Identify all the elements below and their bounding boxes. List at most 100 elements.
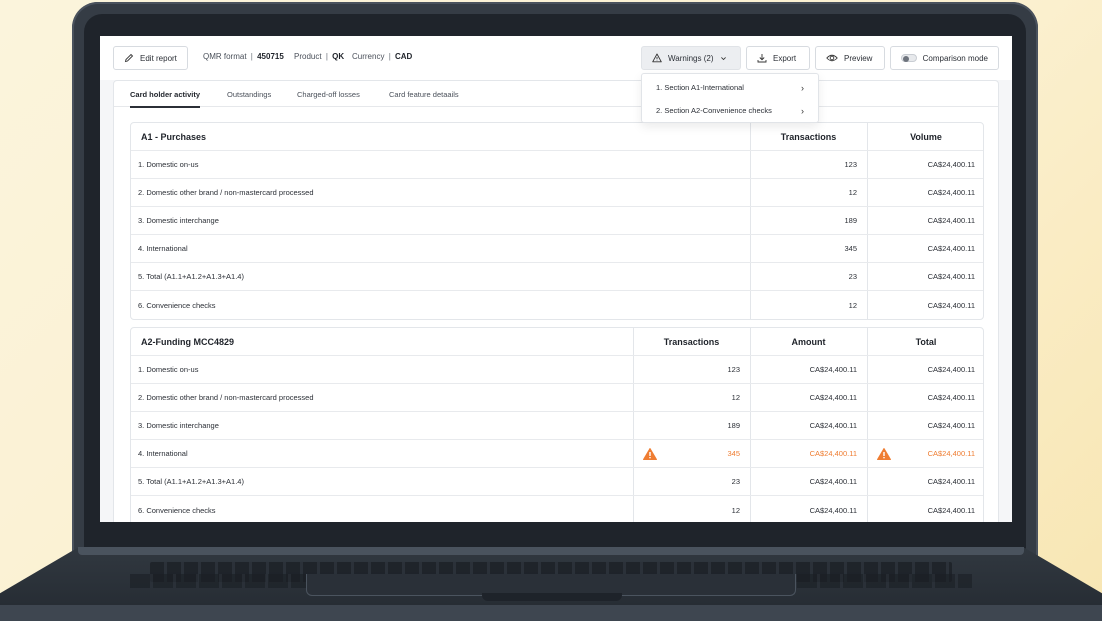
amount-value: CA$24,400.11 <box>809 449 857 458</box>
tab-bar: Card holder activity Outstandings Charge… <box>114 81 998 108</box>
row-label: 2. Domestic other brand / non-mastercard… <box>138 188 314 197</box>
volume-value: CA$24,400.11 <box>927 244 975 253</box>
eye-icon <box>826 54 838 62</box>
volume-value: CA$24,400.11 <box>927 272 975 281</box>
table-header: A1 - Purchases Transactions Volume <box>131 123 983 151</box>
amount-value: CA$24,400.11 <box>809 505 857 515</box>
column-header-amount: Amount <box>791 336 826 347</box>
total-value: CA$24,400.11 <box>927 477 975 486</box>
transactions-value: 12 <box>848 188 857 197</box>
table-row: 6. Convenience checks 12 CA$24,400.11 <box>131 291 983 319</box>
row-label: 3. Domestic interchange <box>138 421 219 430</box>
amount-value: CA$24,400.11 <box>809 421 857 430</box>
row-label: 1. Domestic on-us <box>138 160 199 169</box>
transactions-value: 345 <box>844 244 857 253</box>
row-label: 5. Total (A1.1+A1.2+A1.3+A1.4) <box>138 272 244 281</box>
product-info: Product | QK <box>294 52 345 61</box>
table-a2-funding: A2-Funding MCC4829 Transactions Amount T… <box>130 327 984 522</box>
qmr-format-value: 450715 <box>257 52 284 61</box>
total-value: CA$24,400.11 <box>927 505 975 515</box>
warnings-label: Warnings (2) <box>668 53 714 63</box>
row-label: 5. Total (A1.1+A1.2+A1.3+A1.4) <box>138 477 244 486</box>
tab-card-feature-details[interactable]: Card feature detaails <box>389 81 459 107</box>
chevron-down-icon <box>720 56 726 60</box>
report-panel: Card holder activity Outstandings Charge… <box>113 80 999 522</box>
column-header-volume: Volume <box>910 131 942 142</box>
table-row: 4. International 345 CA$24,400.11 CA$24,400… <box>131 440 983 468</box>
warning-triangle-filled-icon <box>643 448 657 460</box>
column-header-total: Total <box>915 336 937 347</box>
table-row: 5. Total (A1.1+A1.2+A1.3+A1.4) 23 CA$24,40… <box>131 468 983 496</box>
transactions-value: 12 <box>731 505 740 515</box>
table-a1-purchases: A1 - Purchases Transactions Volume 1. Do… <box>130 122 984 320</box>
transactions-value: 189 <box>727 421 740 430</box>
currency-info: Currency | CAD <box>352 52 413 61</box>
preview-button[interactable]: Preview <box>815 46 885 70</box>
app-screen: Edit report QMR format | 450715 Product … <box>100 36 1012 522</box>
warning-triangle-icon <box>652 53 662 63</box>
transactions-value: 12 <box>731 393 740 402</box>
warning-item-a1-international[interactable]: 1. Section A1-International › <box>642 76 818 99</box>
table-row: 1. Domestic on-us 123 CA$24,400.11 <box>131 151 983 179</box>
amount-value: CA$24,400.11 <box>809 365 857 374</box>
row-label: 1. Domestic on-us <box>138 365 199 374</box>
table-row: 2. Domestic other brand / non-mastercard… <box>131 179 983 207</box>
pencil-icon <box>124 53 134 63</box>
toggle-switch[interactable] <box>901 54 917 62</box>
total-value: CA$24,400.11 <box>927 393 975 402</box>
column-header-transactions: Transactions <box>663 336 720 347</box>
transactions-value: 123 <box>844 160 857 169</box>
total-value: CA$24,400.11 <box>927 421 975 430</box>
laptop-notch <box>482 593 622 601</box>
warning-item-a2-convenience-checks[interactable]: 2. Section A2-Convenience checks › <box>642 99 818 122</box>
amount-value: CA$24,400.11 <box>809 477 857 486</box>
table-row: 6. Convenience checks 12 CA$24,400.11 CA$24… <box>131 496 983 522</box>
laptop-base-rim <box>78 547 1024 555</box>
chevron-right-icon: › <box>801 105 804 116</box>
row-label: 6. Convenience checks <box>138 300 216 310</box>
row-label: 4. International <box>138 449 188 458</box>
amount-value: CA$24,400.11 <box>809 393 857 402</box>
table-row: 1. Domestic on-us 123 CA$24,400.11 CA$24,40… <box>131 356 983 384</box>
transactions-value: 12 <box>848 300 857 310</box>
warnings-dropdown: 1. Section A1-International › 2. Section… <box>641 73 819 123</box>
currency-value: CAD <box>395 52 413 61</box>
table-row: 3. Domestic interchange 189 CA$24,400.11 <box>131 207 983 235</box>
row-label: 3. Domestic interchange <box>138 216 219 225</box>
tab-card-holder-activity[interactable]: Card holder activity <box>130 81 201 108</box>
edit-report-label: Edit report <box>140 53 177 63</box>
transactions-value: 23 <box>731 477 740 486</box>
volume-value: CA$24,400.11 <box>927 216 975 225</box>
toolbar: Edit report QMR format | 450715 Product … <box>100 36 1012 80</box>
transactions-value: 123 <box>727 365 740 374</box>
transactions-value: 23 <box>848 272 857 281</box>
row-label: 4. International <box>138 244 188 253</box>
table-header: A2-Funding MCC4829 Transactions Amount T… <box>131 328 983 356</box>
warnings-button[interactable]: Warnings (2) <box>641 46 741 70</box>
table-row: 2. Domestic other brand / non-mastercard… <box>131 384 983 412</box>
row-label: 2. Domestic other brand / non-mastercard… <box>138 393 314 402</box>
edit-report-button[interactable]: Edit report <box>113 46 188 70</box>
toggle-knob <box>903 55 909 62</box>
tab-charged-off-losses[interactable]: Charged-off losses <box>297 81 360 107</box>
export-button[interactable]: Export <box>746 46 810 70</box>
table-row: 5. Total (A1.1+A1.2+A1.3+A1.4) 23 CA$24,40… <box>131 263 983 291</box>
table-row: 4. International 345 CA$24,400.11 <box>131 235 983 263</box>
total-value: CA$24,400.11 <box>927 365 975 374</box>
table-title: A2-Funding MCC4829 <box>141 336 235 347</box>
transactions-value: 189 <box>844 216 857 225</box>
volume-value: CA$24,400.11 <box>927 160 975 169</box>
qmr-format-info: QMR format | 450715 <box>203 52 284 61</box>
product-value: QK <box>332 52 345 61</box>
column-header-transactions: Transactions <box>780 131 837 142</box>
row-label: 6. Convenience checks <box>138 505 216 515</box>
preview-label: Preview <box>844 53 873 63</box>
export-label: Export <box>773 53 797 63</box>
download-icon <box>757 54 767 63</box>
warning-triangle-filled-icon <box>877 448 891 460</box>
chevron-right-icon: › <box>801 82 804 93</box>
tab-outstandings[interactable]: Outstandings <box>227 81 271 107</box>
table-row: 3. Domestic interchange 189 CA$24,400.11 CA… <box>131 412 983 440</box>
comparison-mode-toggle[interactable]: Comparison mode <box>890 46 999 70</box>
volume-value: CA$24,400.11 <box>927 188 975 197</box>
